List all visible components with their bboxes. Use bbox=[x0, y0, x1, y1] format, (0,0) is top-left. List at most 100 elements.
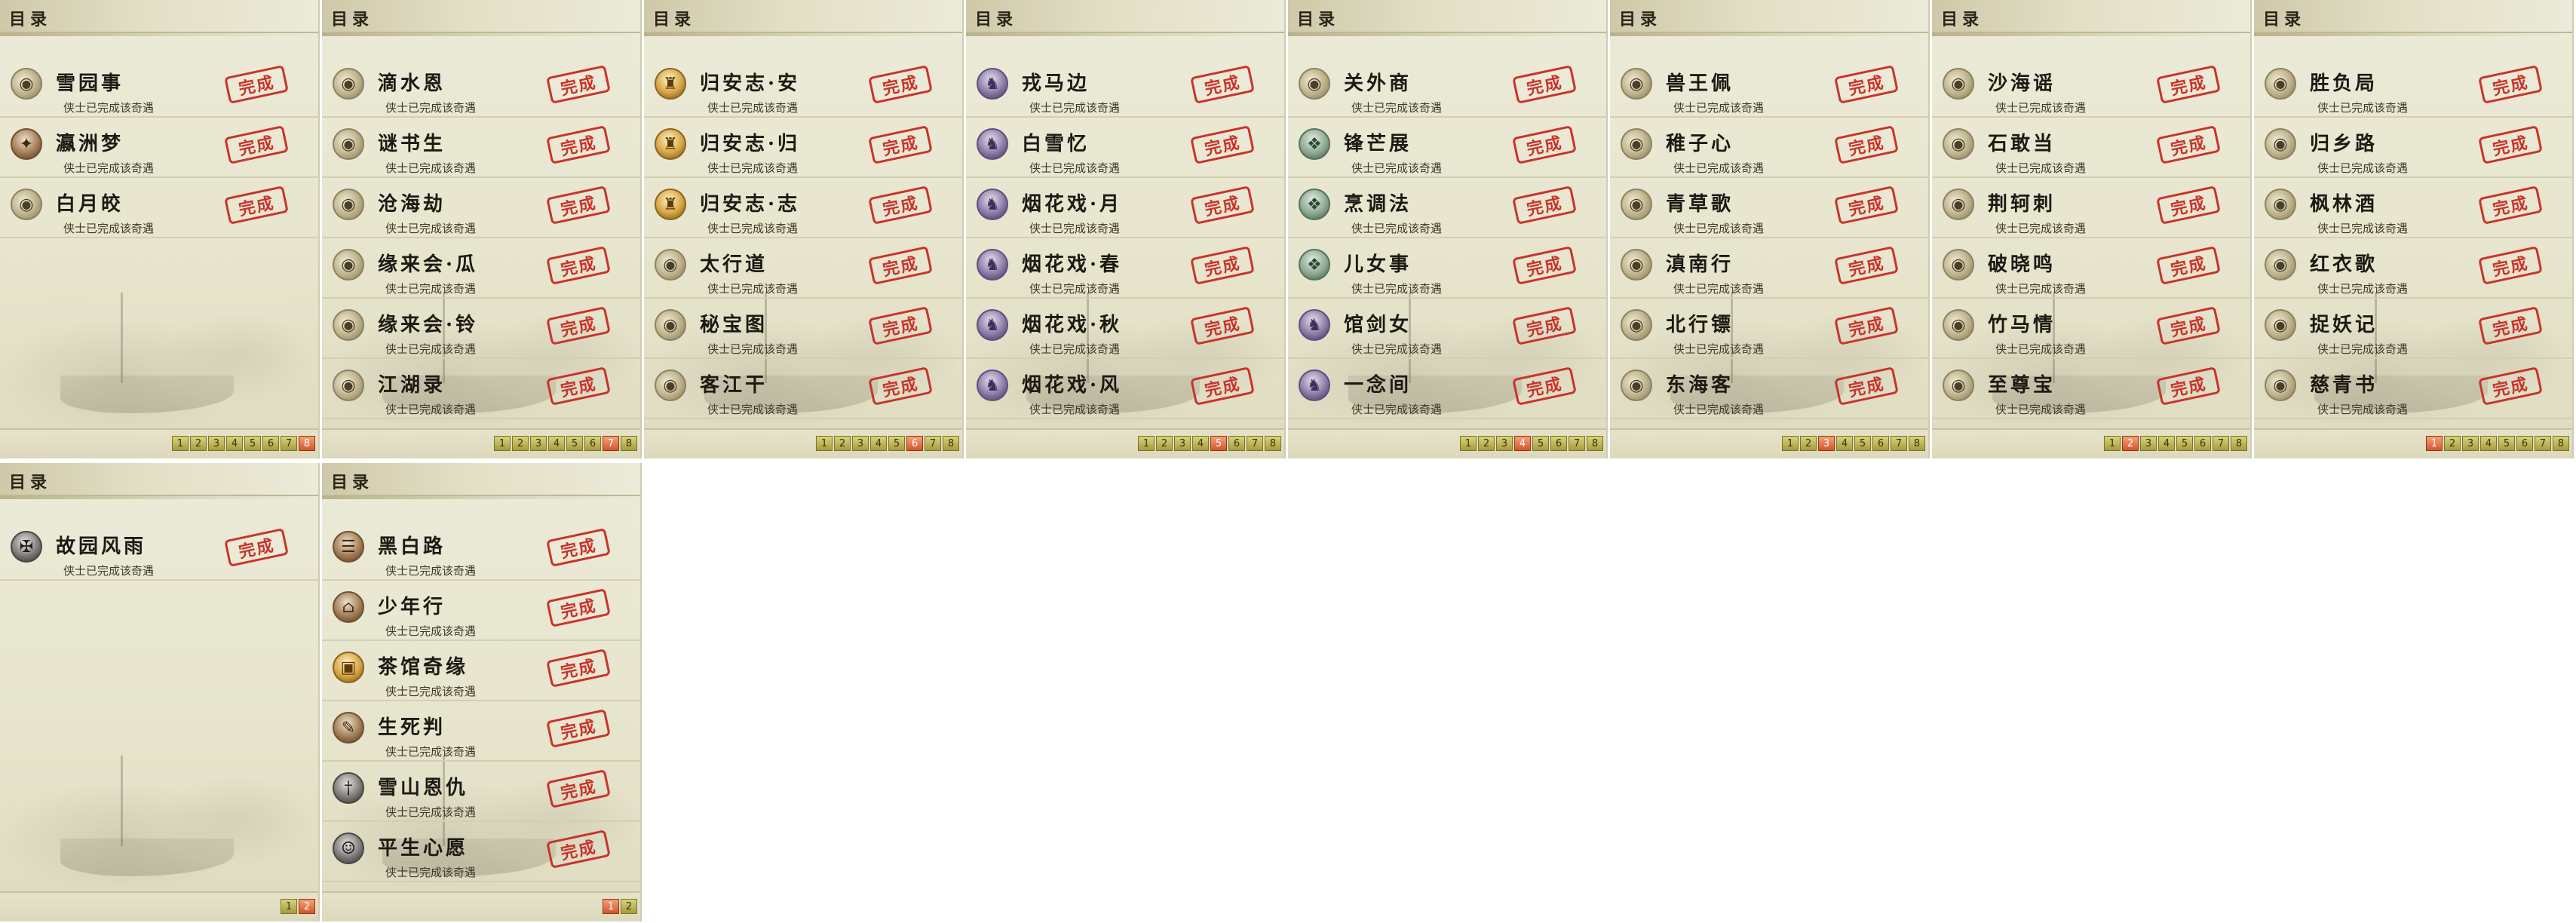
page-button-7[interactable]: 7 bbox=[603, 436, 619, 451]
page-button-7[interactable]: 7 bbox=[2535, 436, 2551, 451]
page-button-2[interactable]: 2 bbox=[512, 436, 529, 451]
page-button-7[interactable]: 7 bbox=[281, 436, 297, 451]
page-button-8[interactable]: 8 bbox=[1265, 436, 1281, 451]
page-button-6[interactable]: 6 bbox=[1550, 436, 1567, 451]
page-button-1[interactable]: 1 bbox=[816, 436, 833, 451]
page-button-7[interactable]: 7 bbox=[925, 436, 941, 451]
page-button-6[interactable]: 6 bbox=[2516, 436, 2533, 451]
page-button-2[interactable]: 2 bbox=[1478, 436, 1495, 451]
page-button-8[interactable]: 8 bbox=[2553, 436, 2569, 451]
page-button-6[interactable]: 6 bbox=[2194, 436, 2211, 451]
adventure-entry[interactable]: ◉ 雪园事 侠士已完成该奇遇 完成 bbox=[0, 57, 318, 118]
adventure-entry[interactable]: ◉ 白月皎 侠士已完成该奇遇 完成 bbox=[0, 178, 318, 238]
page-button-6[interactable]: 6 bbox=[584, 436, 601, 451]
adventure-entry[interactable]: ◉ 客江干 侠士已完成该奇遇 完成 bbox=[644, 359, 962, 419]
adventure-entry[interactable]: ◉ 东海客 侠士已完成该奇遇 完成 bbox=[1610, 359, 1928, 419]
page-button-3[interactable]: 3 bbox=[2140, 436, 2157, 451]
page-button-5[interactable]: 5 bbox=[1210, 436, 1227, 451]
adventure-entry[interactable]: ◉ 太行道 侠士已完成该奇遇 完成 bbox=[644, 238, 962, 299]
adventure-entry[interactable]: ♜ 归安志·归 侠士已完成该奇遇 完成 bbox=[644, 118, 962, 178]
adventure-entry[interactable]: ◉ 江湖录 侠士已完成该奇遇 完成 bbox=[322, 359, 640, 419]
page-button-2[interactable]: 2 bbox=[621, 899, 637, 914]
adventure-entry[interactable]: ◉ 荆轲刺 侠士已完成该奇遇 完成 bbox=[1932, 178, 2250, 238]
adventure-entry[interactable]: ♞ 戎马边 侠士已完成该奇遇 完成 bbox=[966, 57, 1284, 118]
page-button-1[interactable]: 1 bbox=[494, 436, 511, 451]
page-button-6[interactable]: 6 bbox=[1872, 436, 1889, 451]
adventure-entry[interactable]: ◉ 竹马情 侠士已完成该奇遇 完成 bbox=[1932, 299, 2250, 359]
adventure-entry[interactable]: ☰ 黑白路 侠士已完成该奇遇 完成 bbox=[322, 520, 640, 581]
page-button-2[interactable]: 2 bbox=[299, 899, 315, 914]
page-button-4[interactable]: 4 bbox=[2480, 436, 2497, 451]
adventure-entry[interactable]: ◉ 关外商 侠士已完成该奇遇 完成 bbox=[1288, 57, 1606, 118]
page-button-2[interactable]: 2 bbox=[834, 436, 851, 451]
page-button-2[interactable]: 2 bbox=[190, 436, 207, 451]
page-button-1[interactable]: 1 bbox=[2104, 436, 2121, 451]
page-button-2[interactable]: 2 bbox=[1156, 436, 1173, 451]
adventure-entry[interactable]: ✎ 生死判 侠士已完成该奇遇 完成 bbox=[322, 701, 640, 762]
adventure-entry[interactable]: ◉ 枫林酒 侠士已完成该奇遇 完成 bbox=[2254, 178, 2572, 238]
page-button-3[interactable]: 3 bbox=[1818, 436, 1835, 451]
adventure-entry[interactable]: ◉ 谜书生 侠士已完成该奇遇 完成 bbox=[322, 118, 640, 178]
adventure-entry[interactable]: ◉ 稚子心 侠士已完成该奇遇 完成 bbox=[1610, 118, 1928, 178]
page-button-7[interactable]: 7 bbox=[2213, 436, 2229, 451]
adventure-entry[interactable]: ☺ 平生心愿 侠士已完成该奇遇 完成 bbox=[322, 822, 640, 882]
page-button-3[interactable]: 3 bbox=[1496, 436, 1513, 451]
page-button-5[interactable]: 5 bbox=[1854, 436, 1871, 451]
adventure-entry[interactable]: ◉ 滇南行 侠士已完成该奇遇 完成 bbox=[1610, 238, 1928, 299]
adventure-entry[interactable]: ⌂ 少年行 侠士已完成该奇遇 完成 bbox=[322, 581, 640, 641]
page-button-1[interactable]: 1 bbox=[1460, 436, 1477, 451]
adventure-entry[interactable]: ♞ 烟花戏·风 侠士已完成该奇遇 完成 bbox=[966, 359, 1284, 419]
page-button-1[interactable]: 1 bbox=[603, 899, 619, 914]
adventure-entry[interactable]: ❖ 烹调法 侠士已完成该奇遇 完成 bbox=[1288, 178, 1606, 238]
page-button-3[interactable]: 3 bbox=[852, 436, 869, 451]
page-button-4[interactable]: 4 bbox=[1192, 436, 1209, 451]
adventure-entry[interactable]: ◉ 破晓鸣 侠士已完成该奇遇 完成 bbox=[1932, 238, 2250, 299]
page-button-1[interactable]: 1 bbox=[1138, 436, 1155, 451]
page-button-5[interactable]: 5 bbox=[566, 436, 583, 451]
page-button-3[interactable]: 3 bbox=[530, 436, 547, 451]
page-button-5[interactable]: 5 bbox=[2176, 436, 2193, 451]
page-button-2[interactable]: 2 bbox=[2444, 436, 2461, 451]
page-button-8[interactable]: 8 bbox=[621, 436, 637, 451]
adventure-entry[interactable]: ◉ 沙海谣 侠士已完成该奇遇 完成 bbox=[1932, 57, 2250, 118]
adventure-entry[interactable]: ◉ 归乡路 侠士已完成该奇遇 完成 bbox=[2254, 118, 2572, 178]
adventure-entry[interactable]: ♞ 馆剑女 侠士已完成该奇遇 完成 bbox=[1288, 299, 1606, 359]
adventure-entry[interactable]: ◉ 慈青书 侠士已完成该奇遇 完成 bbox=[2254, 359, 2572, 419]
page-button-7[interactable]: 7 bbox=[1569, 436, 1585, 451]
adventure-entry[interactable]: ♜ 归安志·安 侠士已完成该奇遇 完成 bbox=[644, 57, 962, 118]
page-button-4[interactable]: 4 bbox=[226, 436, 243, 451]
page-button-4[interactable]: 4 bbox=[1836, 436, 1853, 451]
adventure-entry[interactable]: ◉ 北行镖 侠士已完成该奇遇 完成 bbox=[1610, 299, 1928, 359]
page-button-4[interactable]: 4 bbox=[2158, 436, 2175, 451]
page-button-8[interactable]: 8 bbox=[299, 436, 315, 451]
adventure-entry[interactable]: ◉ 缘来会·瓜 侠士已完成该奇遇 完成 bbox=[322, 238, 640, 299]
adventure-entry[interactable]: ▣ 茶馆奇缘 侠士已完成该奇遇 完成 bbox=[322, 641, 640, 701]
adventure-entry[interactable]: ◉ 捉妖记 侠士已完成该奇遇 完成 bbox=[2254, 299, 2572, 359]
page-button-3[interactable]: 3 bbox=[208, 436, 225, 451]
page-button-5[interactable]: 5 bbox=[1532, 436, 1549, 451]
page-button-4[interactable]: 4 bbox=[1514, 436, 1531, 451]
adventure-entry[interactable]: ◉ 缘来会·铃 侠士已完成该奇遇 完成 bbox=[322, 299, 640, 359]
page-button-4[interactable]: 4 bbox=[548, 436, 565, 451]
adventure-entry[interactable]: ◉ 秘宝图 侠士已完成该奇遇 完成 bbox=[644, 299, 962, 359]
page-button-2[interactable]: 2 bbox=[2122, 436, 2139, 451]
page-button-8[interactable]: 8 bbox=[2231, 436, 2247, 451]
page-button-8[interactable]: 8 bbox=[943, 436, 959, 451]
page-button-6[interactable]: 6 bbox=[262, 436, 279, 451]
adventure-entry[interactable]: ◉ 胜负局 侠士已完成该奇遇 完成 bbox=[2254, 57, 2572, 118]
adventure-entry[interactable]: ♞ 白雪忆 侠士已完成该奇遇 完成 bbox=[966, 118, 1284, 178]
page-button-5[interactable]: 5 bbox=[244, 436, 261, 451]
adventure-entry[interactable]: ♞ 烟花戏·月 侠士已完成该奇遇 完成 bbox=[966, 178, 1284, 238]
adventure-entry[interactable]: ◉ 石敢当 侠士已完成该奇遇 完成 bbox=[1932, 118, 2250, 178]
page-button-6[interactable]: 6 bbox=[1228, 436, 1245, 451]
adventure-entry[interactable]: ◉ 至尊宝 侠士已完成该奇遇 完成 bbox=[1932, 359, 2250, 419]
page-button-3[interactable]: 3 bbox=[2462, 436, 2479, 451]
adventure-entry[interactable]: ♞ 一念间 侠士已完成该奇遇 完成 bbox=[1288, 359, 1606, 419]
adventure-entry[interactable]: ❖ 锋芒展 侠士已完成该奇遇 完成 bbox=[1288, 118, 1606, 178]
page-button-8[interactable]: 8 bbox=[1587, 436, 1603, 451]
page-button-3[interactable]: 3 bbox=[1174, 436, 1191, 451]
adventure-entry[interactable]: ✠ 故园风雨 侠士已完成该奇遇 完成 bbox=[0, 520, 318, 581]
page-button-4[interactable]: 4 bbox=[870, 436, 887, 451]
page-button-8[interactable]: 8 bbox=[1909, 436, 1925, 451]
adventure-entry[interactable]: ♞ 烟花戏·秋 侠士已完成该奇遇 完成 bbox=[966, 299, 1284, 359]
